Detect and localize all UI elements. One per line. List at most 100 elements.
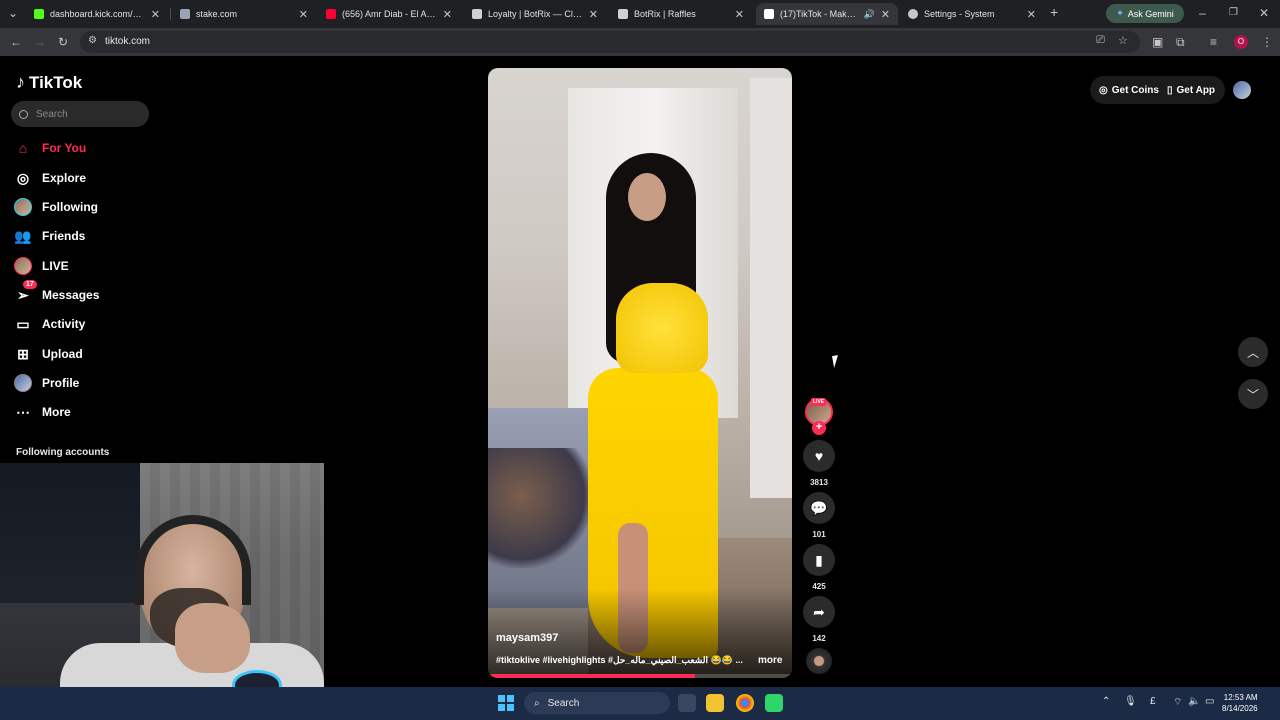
- install-app-icon[interactable]: ⎚: [1096, 34, 1105, 47]
- tab-stake[interactable]: stake.com ✕: [172, 3, 316, 25]
- reload-icon[interactable]: ↻: [58, 34, 68, 50]
- share-button[interactable]: ➦ 142: [803, 596, 835, 643]
- address-bar[interactable]: ⚙ tiktok.com ⎚ ☆: [80, 31, 1140, 53]
- save-count: 425: [812, 582, 826, 591]
- chrome-menu-icon[interactable]: ⋮: [1261, 34, 1273, 50]
- sidebar-item-friends[interactable]: 👥 Friends: [14, 227, 85, 245]
- close-icon[interactable]: ✕: [1027, 8, 1036, 21]
- taskbar-search-label: Search: [547, 697, 580, 709]
- puzzle-extensions-icon[interactable]: ⧉: [1176, 34, 1185, 50]
- music-disc-icon[interactable]: [806, 648, 832, 674]
- chrome-icon[interactable]: [736, 694, 754, 712]
- share-icon: ➦: [803, 596, 835, 628]
- sidebar-item-profile[interactable]: Profile: [14, 374, 79, 392]
- extension-icon[interactable]: ▣: [1152, 34, 1163, 50]
- chevron-down-icon: ﹀: [1246, 387, 1259, 402]
- video-player[interactable]: maysam397 #tiktoklive #livehighlights #ا…: [488, 68, 792, 678]
- sidebar-item-label: Friends: [42, 229, 86, 243]
- wifi-icon[interactable]: ⌔: [1173, 696, 1182, 709]
- gear-icon: [908, 9, 918, 19]
- battery-icon[interactable]: ▭: [1205, 696, 1214, 707]
- bookmark-icon: ▮: [803, 544, 835, 576]
- back-icon[interactable]: ←: [10, 34, 22, 50]
- sidebar-item-label: Explore: [42, 171, 87, 185]
- task-view-icon[interactable]: [678, 694, 696, 712]
- tiktok-note-icon: ♪: [16, 72, 25, 92]
- new-tab-icon[interactable]: +: [1050, 4, 1058, 20]
- sidebar-item-more[interactable]: ⋯ More: [14, 403, 71, 421]
- next-video-button[interactable]: ﹀: [1238, 379, 1268, 409]
- sidebar-item-for-you[interactable]: ⌂ For You: [14, 139, 86, 157]
- user-avatar[interactable]: [1233, 81, 1251, 99]
- save-button[interactable]: ▮ 425: [803, 544, 835, 591]
- close-icon[interactable]: ✕: [299, 8, 308, 21]
- previous-video-button[interactable]: ︿: [1238, 337, 1268, 367]
- close-icon[interactable]: ✕: [151, 8, 160, 21]
- tab-settings[interactable]: Settings - System ✕: [900, 3, 1044, 25]
- profile-avatar[interactable]: O: [1234, 35, 1248, 49]
- chevron-up-icon: ︿: [1246, 345, 1259, 360]
- tab-search-icon[interactable]: ⌄: [8, 5, 18, 21]
- bookmark-star-icon[interactable]: ☆: [1118, 34, 1128, 47]
- tab-title: (17)TikTok - Make Your: [780, 9, 858, 19]
- tab-title: BotRix | Raffles: [634, 9, 696, 19]
- follow-plus-icon[interactable]: +: [812, 421, 826, 435]
- tab-title: dashboard.kick.com/stream: [50, 9, 145, 19]
- tab-title: stake.com: [196, 9, 238, 19]
- restore-icon[interactable]: ❐: [1229, 5, 1238, 21]
- taskbar-clock[interactable]: 12:53 AM 8/14/2026: [1222, 692, 1258, 714]
- ask-gemini-button[interactable]: ✦ Ask Gemini: [1106, 4, 1184, 23]
- file-explorer-icon[interactable]: [706, 694, 724, 712]
- input-language[interactable]: £: [1150, 696, 1156, 707]
- speaker-icon[interactable]: 🔊: [864, 9, 875, 20]
- volume-icon[interactable]: 🔈: [1188, 696, 1200, 707]
- coin-icon: ◎: [1099, 84, 1108, 96]
- get-coins-button[interactable]: ◎ Get Coins: [1099, 79, 1159, 101]
- sidebar-item-messages[interactable]: ➢ 17 Messages: [14, 280, 99, 304]
- live-badge: LIVE: [811, 398, 827, 406]
- tab-youtube[interactable]: (656) Amr Diab - El Alwan ( ✕: [318, 3, 460, 25]
- video-username[interactable]: maysam397: [496, 632, 558, 644]
- windows-start-icon[interactable]: [498, 695, 514, 711]
- shield-favicon-icon: [472, 9, 482, 19]
- search-icon: ⌕: [534, 697, 540, 709]
- close-icon[interactable]: ✕: [589, 8, 598, 21]
- sidebar-item-label: Following: [42, 200, 98, 214]
- comment-button[interactable]: 💬 101: [803, 492, 835, 539]
- site-info-icon[interactable]: ⚙: [88, 35, 97, 46]
- sidebar-item-live[interactable]: LIVE: [14, 257, 69, 275]
- sidebar-item-explore[interactable]: ◎ Explore: [14, 169, 86, 187]
- tab-tiktok[interactable]: (17)TikTok - Make Your 🔊 ✕: [756, 3, 898, 25]
- get-app-button[interactable]: ▯ Get App: [1167, 79, 1215, 101]
- webcam-overlay: [0, 463, 324, 687]
- microphone-icon[interactable]: 🎙: [1124, 696, 1137, 707]
- tiktok-logo[interactable]: ♪ TikTok: [16, 72, 82, 93]
- sidebar-item-following[interactable]: Following: [14, 198, 98, 216]
- video-progress-bar[interactable]: [488, 674, 792, 678]
- chevron-up-icon[interactable]: ⌃: [1102, 696, 1110, 707]
- webcam-scene: [0, 463, 140, 603]
- sidebar-item-activity[interactable]: ▭ Activity: [14, 315, 85, 333]
- caption-more-button[interactable]: more: [758, 655, 782, 666]
- taskbar-search[interactable]: ⌕ Search: [524, 692, 670, 714]
- window-close-icon[interactable]: ✕: [1259, 5, 1269, 21]
- forward-icon[interactable]: →: [34, 34, 46, 50]
- clock-time: 12:53 AM: [1223, 693, 1258, 702]
- tab-botrix-raffles[interactable]: BotRix | Raffles ✕: [610, 3, 752, 25]
- media-controls-icon[interactable]: ≡: [1210, 34, 1217, 50]
- app-icon[interactable]: [765, 694, 783, 712]
- close-icon[interactable]: ✕: [735, 8, 744, 21]
- close-icon[interactable]: ✕: [881, 8, 890, 21]
- youtube-favicon-icon: [326, 9, 336, 19]
- sidebar-item-label: LIVE: [42, 259, 69, 273]
- tab-botrix-loyalty[interactable]: Loyalty | BotRix — Cloud St ✕: [464, 3, 606, 25]
- windows-taskbar: ⌕ Search ⌃ 🎙 £ ⌔ 🔈 ▭ 12:53 AM 8/14/2026: [0, 687, 1280, 720]
- share-count: 142: [812, 634, 826, 643]
- stake-favicon-icon: [180, 9, 190, 19]
- like-button[interactable]: ♥ 3813: [803, 440, 835, 487]
- close-icon[interactable]: ✕: [443, 8, 452, 21]
- search-input[interactable]: Search: [11, 101, 149, 127]
- sidebar-item-upload[interactable]: ⊞ Upload: [14, 345, 83, 363]
- tab-kick-dashboard[interactable]: dashboard.kick.com/stream ✕: [26, 3, 168, 25]
- minimize-icon[interactable]: –: [1199, 5, 1206, 21]
